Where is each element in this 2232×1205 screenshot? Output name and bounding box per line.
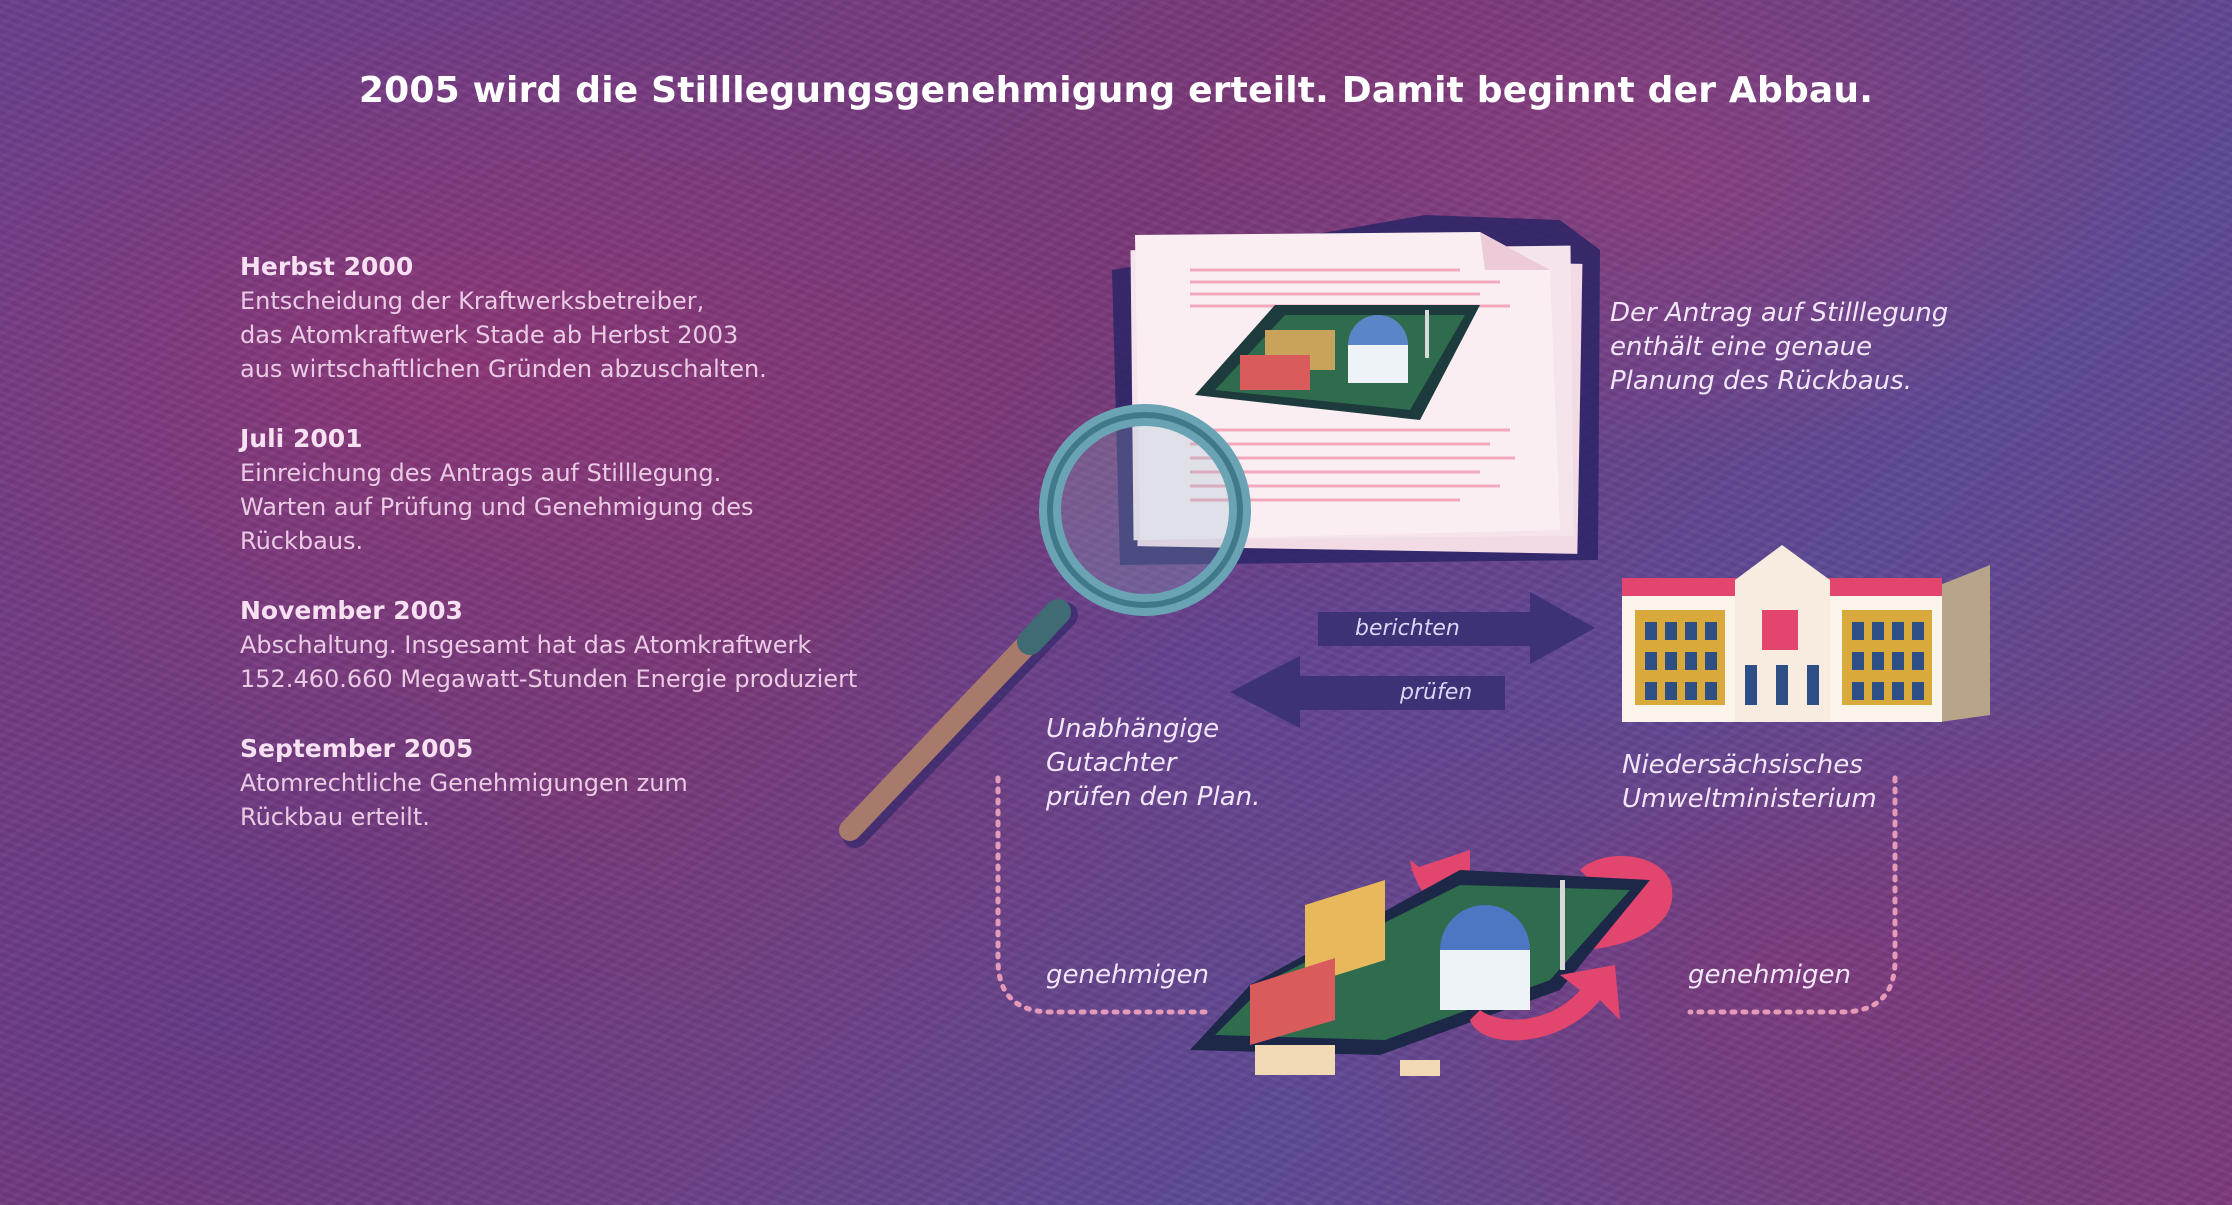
caption-gutachter: Unabhängige Gutachter prüfen den Plan. (1046, 714, 1261, 812)
ministry-building-illustration (1622, 545, 1990, 722)
caption-ministerium: Niedersächsisches Umweltministerium (1622, 750, 1877, 814)
process-illustration (839, 215, 1990, 1076)
power-plant-illustration (1190, 850, 1673, 1076)
berichten-label: berichten (1355, 616, 1460, 641)
caption-genehmigen-left: genehmigen (1046, 960, 1209, 990)
caption-genehmigen-right: genehmigen (1688, 960, 1851, 990)
pruefen-label: prüfen (1400, 680, 1473, 705)
caption-antrag: Der Antrag auf Stilllegung enthält eine … (1610, 298, 1949, 396)
